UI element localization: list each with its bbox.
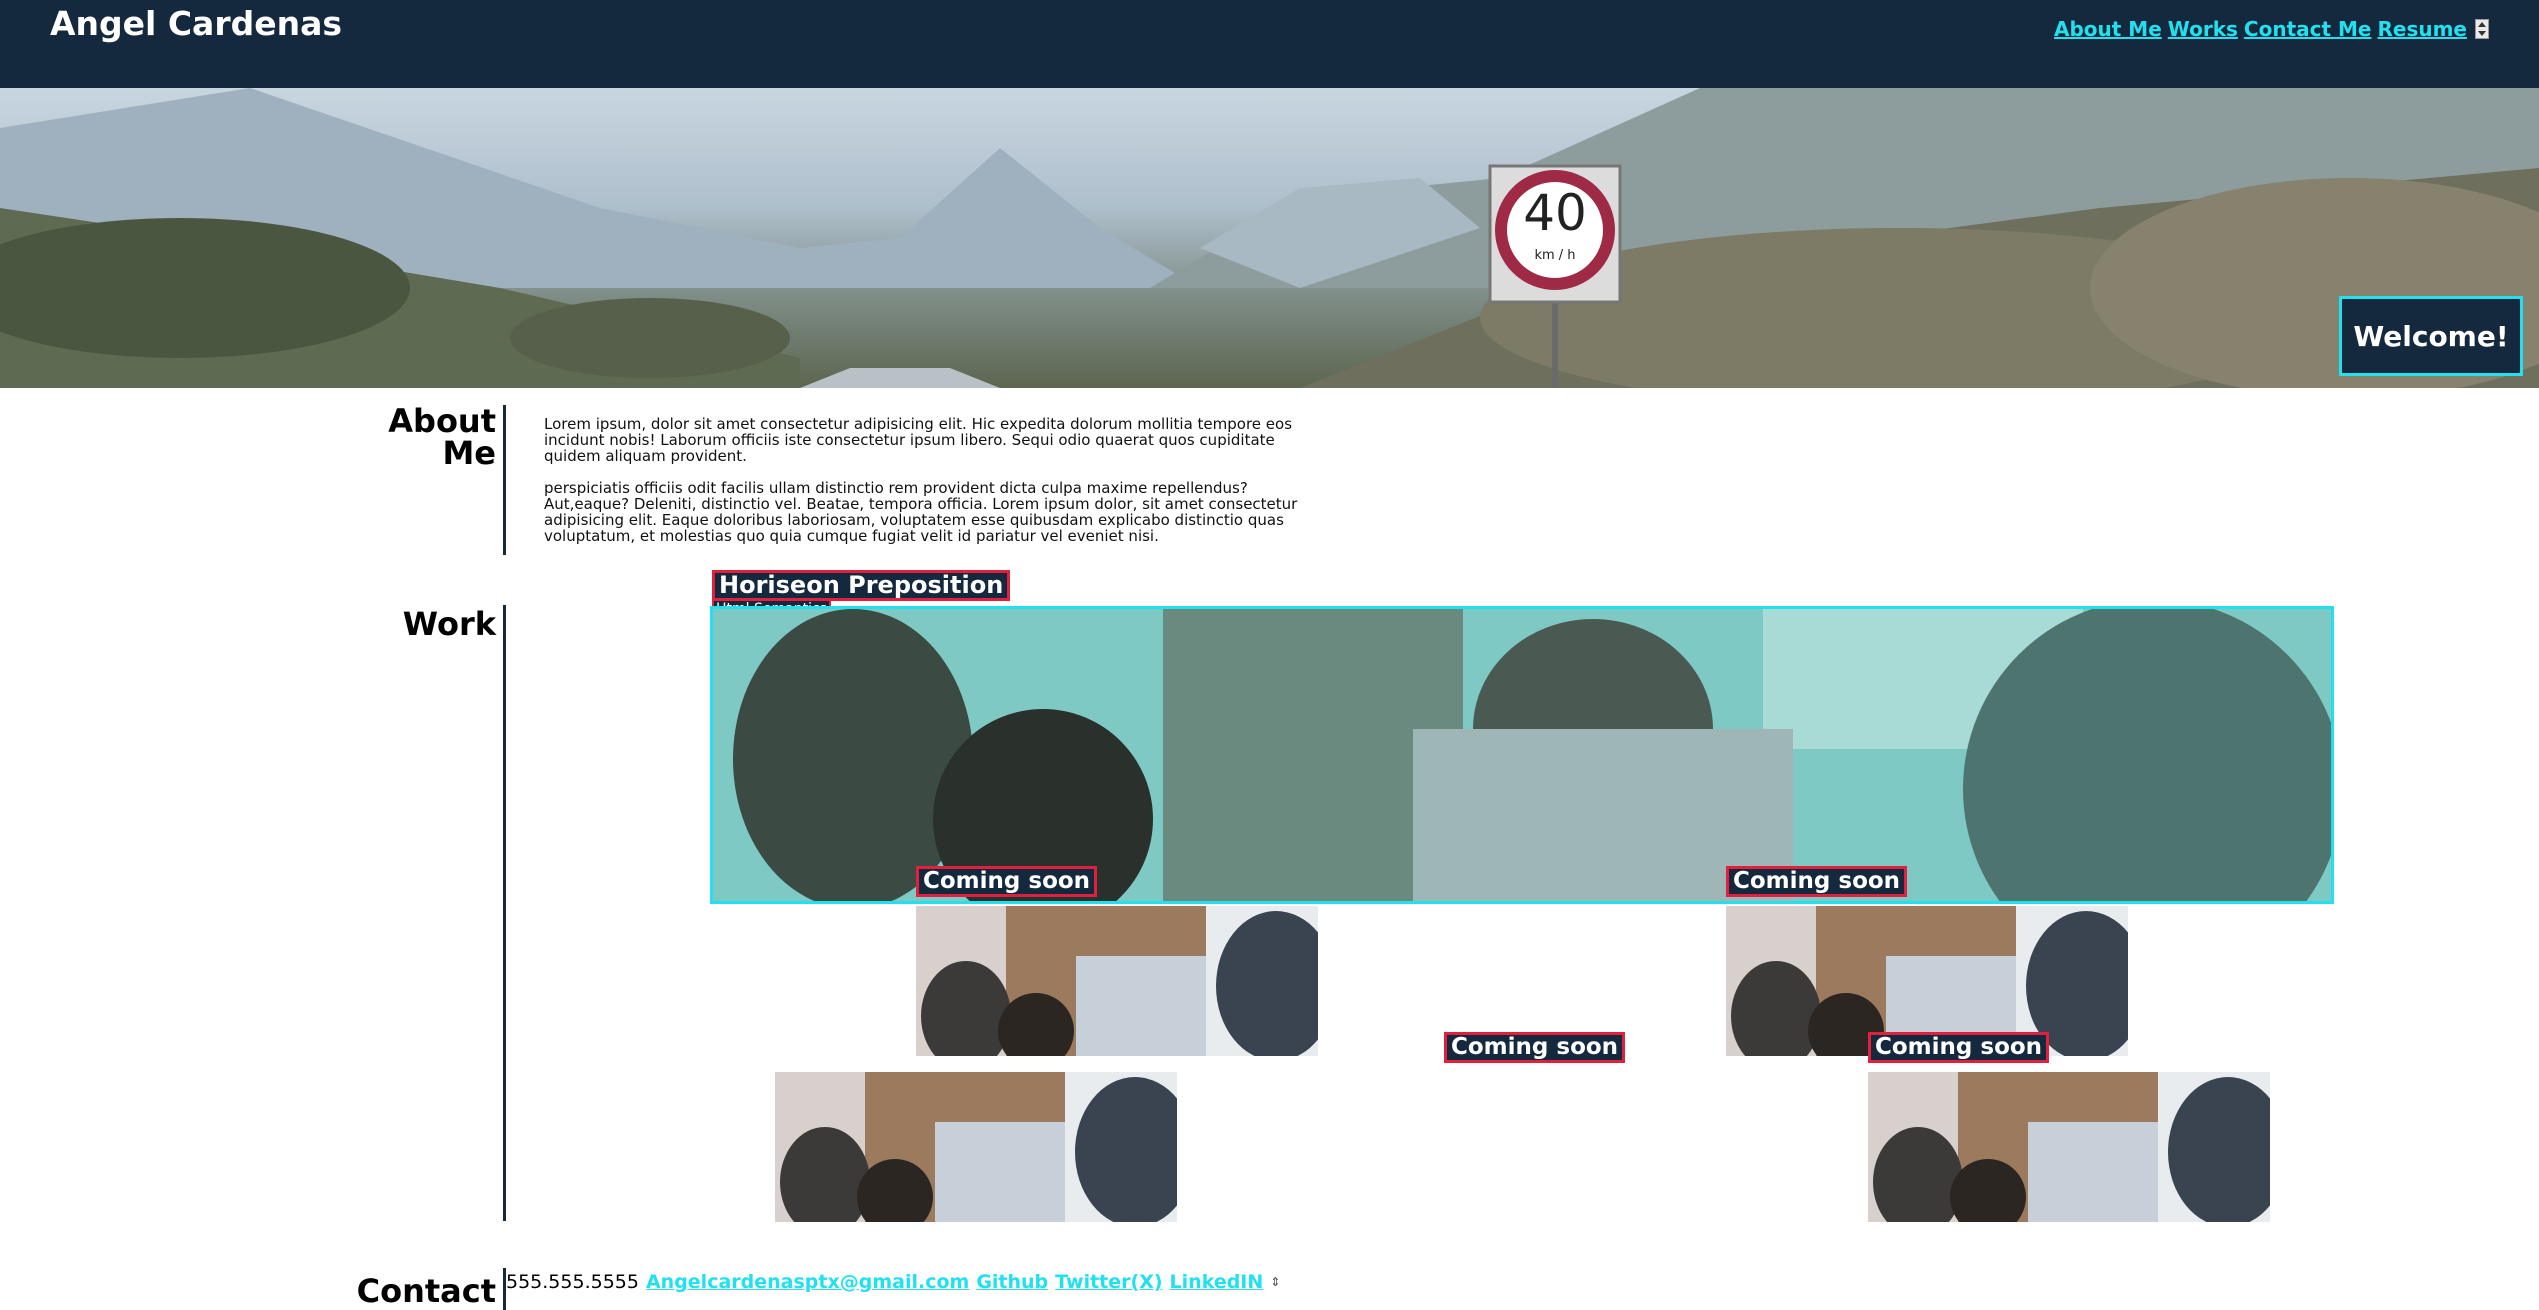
coming-soon-label: Coming soon (1868, 1032, 2050, 1063)
page: Angel Cardenas About Me Works Contact Me… (0, 0, 2539, 1310)
featured-project-title[interactable]: Horiseon Preposition (712, 570, 1011, 601)
nav-link-about-me[interactable]: About Me (2054, 17, 2162, 41)
contact-phone: 555.555.5555 (506, 1271, 639, 1293)
nav-link-contact-me[interactable]: Contact Me (2244, 17, 2372, 41)
coming-soon-label: Coming soon (1444, 1032, 1626, 1063)
about-heading: About Me (388, 402, 496, 472)
sign-number: 40 (1523, 184, 1587, 242)
about-divider (503, 405, 506, 555)
work-heading: Work (402, 605, 496, 643)
about-text: Lorem ipsum, dolor sit amet consectetur … (544, 416, 1304, 560)
scroll-spinner-icon[interactable] (2475, 19, 2489, 39)
work-divider (503, 605, 506, 1221)
about-paragraph: Lorem ipsum, dolor sit amet consectetur … (544, 415, 1293, 465)
team-photo (713, 609, 2331, 901)
chevron-updown-icon[interactable]: ⇕ (1270, 1275, 1280, 1289)
coming-soon-label: Coming soon (916, 866, 1098, 897)
contact-linkedin-link[interactable]: LinkedIN (1170, 1271, 1264, 1293)
site-header: Angel Cardenas About Me Works Contact Me… (0, 0, 2539, 88)
featured-project-image[interactable] (710, 606, 2334, 904)
site-title: Angel Cardenas (50, 4, 343, 43)
main-nav: About Me Works Contact Me Resume (2054, 17, 2489, 41)
sign-unit: km / h (1534, 248, 1576, 263)
project-thumbnail[interactable] (775, 1072, 1177, 1222)
nav-link-resume[interactable]: Resume (2377, 17, 2467, 41)
contact-github-link[interactable]: Github (976, 1271, 1048, 1293)
welcome-badge: Welcome! (2339, 296, 2523, 376)
hero-landscape-image (0, 88, 2539, 388)
contact-line: 555.555.5555 Angelcardenasptx@gmail.com … (506, 1271, 1280, 1293)
coming-soon-label: Coming soon (1726, 866, 1908, 897)
contact-twitter-link[interactable]: Twitter(X) (1055, 1271, 1162, 1293)
nav-link-works[interactable]: Works (2168, 17, 2238, 41)
contact-heading: Contact (356, 1272, 496, 1310)
project-thumbnail[interactable] (1868, 1072, 2270, 1222)
contact-email-link[interactable]: Angelcardenasptx@gmail.com (646, 1271, 969, 1293)
hero-banner: 40 km / h Welcome! (0, 88, 2539, 388)
about-paragraph: perspiciatis officiis odit facilis ullam… (544, 479, 1298, 545)
project-thumbnail[interactable] (916, 906, 1318, 1056)
